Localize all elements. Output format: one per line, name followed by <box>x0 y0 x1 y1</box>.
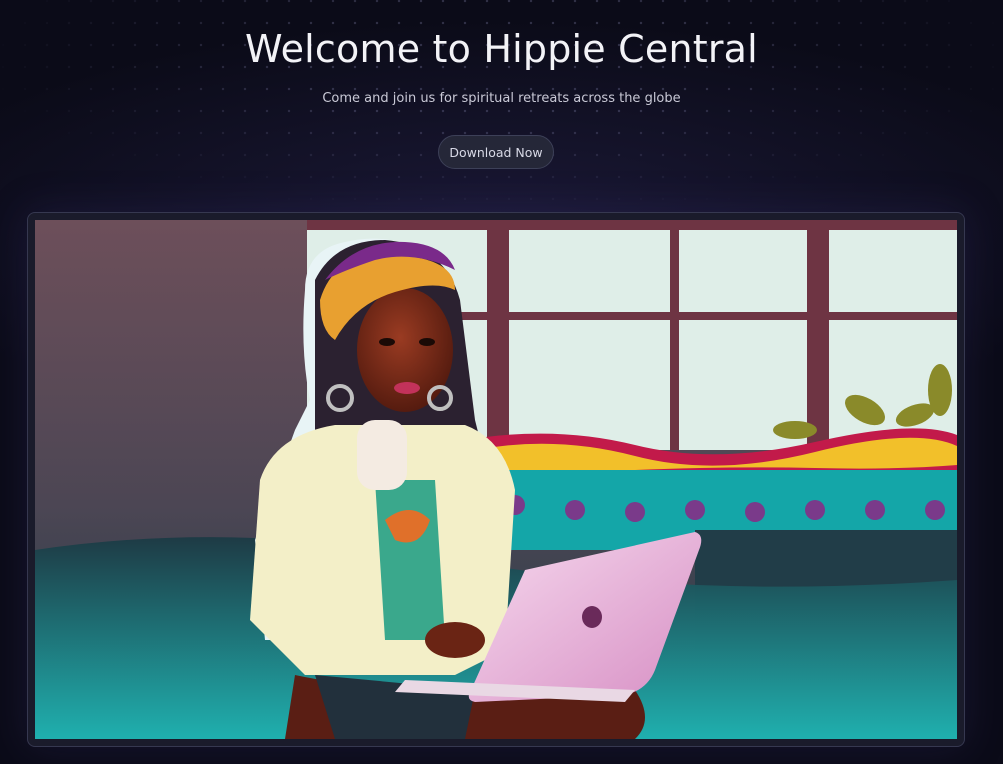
hero-subtitle: Come and join us for spiritual retreats … <box>322 91 681 106</box>
hero-title: Welcome to Hippie Central <box>245 27 758 71</box>
landing-page: Welcome to Hippie Central Come and join … <box>0 0 1003 764</box>
hero-illustration <box>35 220 957 739</box>
download-now-button[interactable]: Download Now <box>438 135 554 169</box>
woman-with-laptop-illustration <box>35 220 957 739</box>
hero-image-frame <box>27 212 965 747</box>
